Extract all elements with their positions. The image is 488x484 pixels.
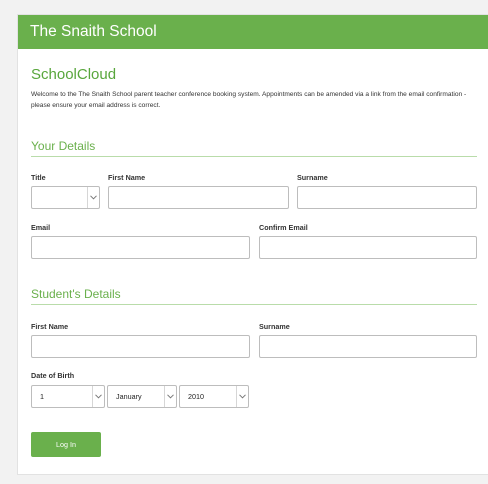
your-details-divider [31, 156, 477, 157]
school-name: The Snaith School [30, 23, 157, 40]
school-header: The Snaith School [18, 15, 488, 49]
student-details-divider [31, 304, 477, 305]
dob-day-value: 1 [40, 392, 44, 401]
student-surname-field[interactable] [259, 335, 477, 358]
title-label: Title [31, 173, 46, 182]
intro-text: Welcome to the The Snaith School parent … [31, 91, 467, 109]
dob-year-value: 2010 [188, 392, 204, 401]
dob-day-select[interactable]: 1 [31, 385, 105, 408]
email-field[interactable] [31, 236, 250, 259]
title-select[interactable] [31, 186, 100, 209]
login-button[interactable]: Log In [31, 432, 101, 457]
dob-year-select[interactable]: 2010 [179, 385, 249, 408]
student-first-name-field[interactable] [31, 335, 250, 358]
app-title: SchoolCloud [31, 66, 117, 83]
confirm-email-field[interactable] [259, 236, 477, 259]
student-details-heading: Student's Details [31, 287, 121, 301]
dob-month-select[interactable]: January [107, 385, 177, 408]
dob-label: Date of Birth [31, 371, 75, 380]
confirm-email-label: Confirm Email [259, 223, 308, 232]
first-name-field[interactable] [108, 186, 289, 209]
student-surname-label: Surname [259, 322, 290, 331]
dob-month-value: January [116, 392, 142, 401]
chevron-down-icon [87, 187, 99, 208]
chevron-down-icon [164, 386, 176, 407]
booking-card: The Snaith School SchoolCloud Welcome to… [17, 14, 488, 475]
surname-field[interactable] [297, 186, 477, 209]
chevron-down-icon [236, 386, 248, 407]
email-label: Email [31, 223, 51, 232]
student-first-name-label: First Name [31, 322, 69, 331]
your-details-heading: Your Details [31, 139, 96, 153]
surname-label: Surname [297, 173, 328, 182]
chevron-down-icon [92, 386, 104, 407]
first-name-label: First Name [108, 173, 146, 182]
